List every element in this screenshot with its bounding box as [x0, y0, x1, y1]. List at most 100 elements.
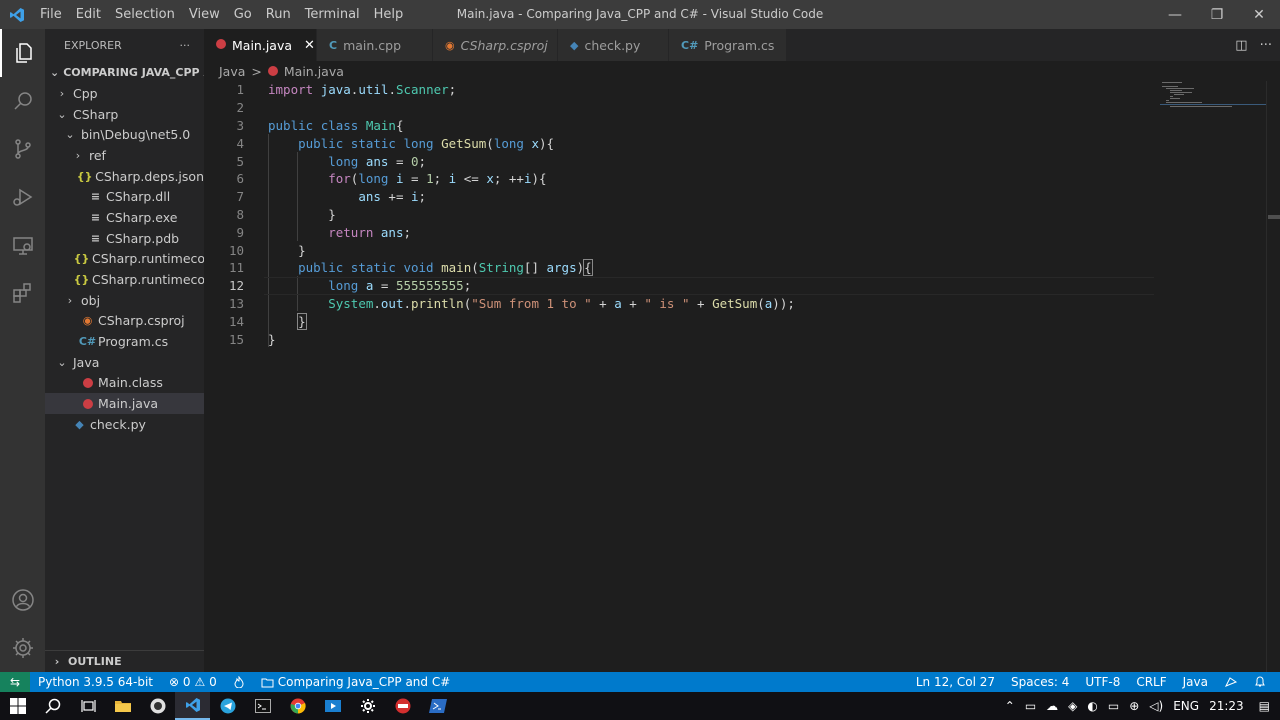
tree-item[interactable]: ⌄ bin\Debug\net5.0 [45, 124, 204, 145]
more-actions-icon[interactable]: ··· [1260, 38, 1272, 53]
cursor-position[interactable]: Ln 12, Col 27 [908, 675, 1003, 689]
tree-item[interactable]: Main.class [45, 373, 204, 394]
windows-start-icon[interactable] [0, 692, 35, 720]
indentation[interactable]: Spaces: 4 [1003, 675, 1077, 689]
menu-view[interactable]: View [182, 0, 227, 29]
search-icon[interactable] [35, 692, 70, 720]
tree-item-label: ref [89, 147, 106, 163]
close-icon[interactable]: ✕ [304, 38, 315, 53]
tab-check-py[interactable]: ◆ check.py [558, 29, 669, 61]
tab-main-java[interactable]: Main.java ✕ [204, 29, 317, 61]
shield-icon[interactable]: ◈ [1068, 699, 1077, 713]
tab-csharp-csproj[interactable]: ◉ CSharp.csproj [433, 29, 558, 61]
close-window-button[interactable]: ✕ [1238, 0, 1280, 29]
terminal-icon[interactable] [245, 692, 280, 720]
settings-gear-icon[interactable] [350, 692, 385, 720]
menu-run[interactable]: Run [259, 0, 298, 29]
tree-item[interactable]: ◉ CSharp.csproj [45, 311, 204, 332]
source-control-icon[interactable] [0, 125, 45, 173]
java-file-icon [81, 398, 94, 409]
settings-gear-icon[interactable] [0, 624, 45, 672]
tab-main-cpp[interactable]: C main.cpp [317, 29, 433, 61]
chevron-up-icon[interactable]: ⌃ [1005, 699, 1015, 713]
action-center-icon[interactable]: ▤ [1259, 699, 1270, 713]
problems-indicator[interactable]: ⊗ 0 ⚠ 0 [161, 675, 225, 689]
encoding[interactable]: UTF-8 [1077, 675, 1128, 689]
notifications-bell-icon[interactable] [1246, 676, 1274, 688]
restore-button[interactable]: ❐ [1196, 0, 1238, 29]
explorer-icon[interactable] [0, 29, 45, 77]
chevron-down-icon: ⌄ [50, 65, 60, 79]
run-debug-icon[interactable] [0, 173, 45, 221]
battery-icon[interactable]: ▭ [1108, 699, 1119, 713]
rss-file-icon: ◉ [82, 314, 93, 328]
tree-item[interactable]: ⌄ CSharp [45, 104, 204, 125]
feedback-icon[interactable] [1216, 676, 1246, 688]
editor-scrollbar[interactable] [1266, 81, 1280, 672]
menu-terminal[interactable]: Terminal [298, 0, 367, 29]
title-bar: File Edit Selection View Go Run Terminal… [0, 0, 1280, 29]
minimap[interactable] [1160, 81, 1266, 111]
breadcrumb-folder[interactable]: Java [219, 64, 245, 79]
tree-item[interactable]: › obj [45, 290, 204, 311]
menu-edit[interactable]: Edit [69, 0, 108, 29]
flame-icon[interactable] [225, 676, 253, 688]
chrome-icon[interactable] [280, 692, 315, 720]
tab-label: CSharp.csproj [460, 37, 548, 53]
dev-app-icon[interactable] [385, 692, 420, 720]
clock[interactable]: 21:23 [1209, 699, 1244, 713]
binary-file-icon: ≡ [90, 231, 101, 245]
network-icon[interactable]: ◐ [1087, 699, 1097, 713]
volume-icon[interactable]: ◁) [1149, 699, 1163, 713]
breadcrumb-file[interactable]: Main.java [284, 64, 344, 79]
accounts-icon[interactable] [0, 576, 45, 624]
tree-item[interactable]: C# Program.cs [45, 331, 204, 352]
minimize-button[interactable]: — [1154, 0, 1196, 29]
tree-item[interactable]: › Cpp [45, 83, 204, 104]
java-file-icon [267, 66, 278, 76]
language-mode[interactable]: Java [1175, 675, 1216, 689]
tree-item[interactable]: ≡ CSharp.dll [45, 186, 204, 207]
video-editor-icon[interactable] [315, 692, 350, 720]
chevron-right-icon: › [67, 293, 73, 307]
menu-go[interactable]: Go [227, 0, 259, 29]
input-language[interactable]: ENG [1173, 699, 1199, 713]
tree-item[interactable]: Main.java [45, 393, 204, 414]
menu-selection[interactable]: Selection [108, 0, 182, 29]
tree-item[interactable]: ⌄ Java [45, 352, 204, 373]
search-icon[interactable] [0, 77, 45, 125]
remote-explorer-icon[interactable] [0, 221, 45, 269]
workspace-root[interactable]: ⌄ COMPARING JAVA_CPP A... [45, 61, 204, 83]
tree-item[interactable]: {} CSharp.deps.json [45, 166, 204, 187]
scrollbar-thumb[interactable] [1268, 215, 1280, 219]
globe-icon[interactable]: ⊕ [1129, 699, 1139, 713]
tree-item[interactable]: › ref [45, 145, 204, 166]
tab-label: Main.java [232, 37, 293, 53]
tree-item-label: CSharp [73, 106, 119, 122]
code-editor[interactable]: 1 import java.util.Scanner; 2 3 public cla… [204, 81, 1266, 672]
workspace-folder[interactable]: Comparing Java_CPP and C# [253, 675, 459, 689]
tree-item[interactable]: ◆ check.py [45, 414, 204, 435]
tree-item[interactable]: ≡ CSharp.exe [45, 207, 204, 228]
menu-file[interactable]: File [33, 0, 69, 29]
cloud-icon[interactable]: ☁ [1046, 699, 1058, 713]
file-explorer-icon[interactable] [105, 692, 140, 720]
tree-item[interactable]: {}CSharp.runtimecon... [45, 249, 204, 270]
tree-item[interactable]: ≡ CSharp.pdb [45, 228, 204, 249]
task-view-icon[interactable] [70, 692, 105, 720]
tab-program-cs[interactable]: C# Program.cs [669, 29, 787, 61]
obs-icon[interactable] [140, 692, 175, 720]
remote-indicator-icon[interactable]: ⇆ [0, 672, 30, 692]
split-editor-icon[interactable]: ◫ [1235, 38, 1247, 53]
powershell-icon[interactable] [420, 692, 455, 720]
telegram-icon[interactable] [210, 692, 245, 720]
vscode-taskbar-icon[interactable] [175, 692, 210, 720]
tree-item[interactable]: {}CSharp.runtimecon... [45, 269, 204, 290]
outline-section[interactable]: › OUTLINE [45, 650, 204, 672]
explorer-more-icon[interactable]: ··· [180, 39, 191, 52]
end-of-line[interactable]: CRLF [1128, 675, 1174, 689]
extensions-icon[interactable] [0, 269, 45, 317]
menu-help[interactable]: Help [367, 0, 411, 29]
python-interpreter[interactable]: Python 3.9.5 64-bit [30, 675, 161, 689]
monitor-icon[interactable]: ▭ [1025, 699, 1036, 713]
